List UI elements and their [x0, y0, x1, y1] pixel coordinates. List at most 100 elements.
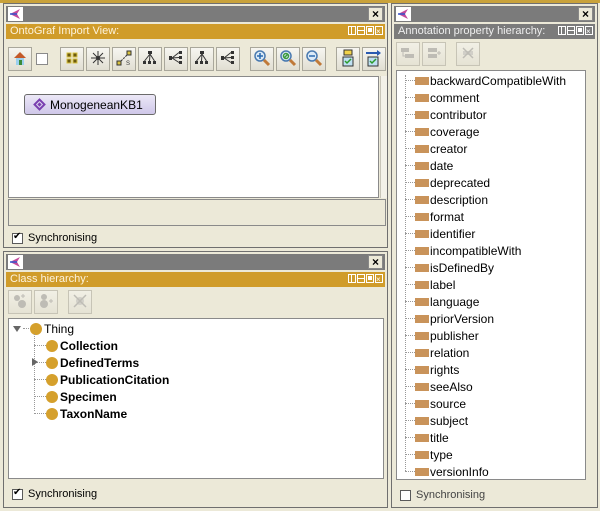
annotation-property-item[interactable]: backwardCompatibleWith [415, 72, 566, 89]
ontograf-sync-row[interactable]: Synchronising [12, 231, 97, 244]
annotation-property-icon [415, 331, 429, 340]
annotation-property-item[interactable]: type [415, 446, 453, 463]
annotation-property-item[interactable]: isDefinedBy [415, 259, 494, 276]
annotation-tree-area[interactable]: backwardCompatibleWith comment contributor… [396, 70, 586, 480]
home-button[interactable] [8, 47, 32, 71]
expand-arrow-icon[interactable] [32, 358, 38, 366]
annotation-property-item[interactable]: description [415, 191, 488, 208]
ontograf-canvas[interactable]: MonogeneanKB1 [8, 76, 379, 198]
class-close-button[interactable]: × [368, 255, 383, 269]
add-sub-property-button[interactable] [396, 42, 420, 66]
class-window-titlebar[interactable]: × [6, 254, 385, 270]
annotation-property-icon [415, 178, 429, 187]
close-view-icon[interactable] [375, 24, 383, 39]
delete-class-button[interactable] [68, 290, 92, 314]
ontograf-vertical-scrollbar[interactable] [380, 76, 387, 198]
tree-node-specimen[interactable]: Specimen [46, 388, 117, 405]
tree-node-publicationcitation[interactable]: PublicationCitation [46, 371, 169, 388]
annotation-property-item[interactable]: identifier [415, 225, 475, 242]
ontology-node[interactable]: MonogeneanKB1 [24, 94, 156, 115]
annotation-property-item[interactable]: subject [415, 412, 468, 429]
zoom-out-button[interactable] [302, 47, 326, 71]
add-sibling-property-button[interactable] [422, 42, 446, 66]
tree-connector [405, 75, 406, 471]
class-icon [30, 322, 42, 335]
class-tree-area[interactable]: Thing Collection DefinedTerms PublicationCi… [8, 318, 384, 479]
annotation-sync-row[interactable]: Synchronising [400, 489, 485, 501]
split-view-icon[interactable] [558, 26, 566, 35]
ontograf-sync-checkbox[interactable] [12, 231, 23, 244]
ontograf-close-button[interactable]: × [368, 7, 383, 21]
protege-workspace: × OntoGraf Import View: S [0, 0, 600, 511]
split-view-icon[interactable] [348, 274, 356, 283]
tree-connector [405, 199, 415, 200]
tree-connector [34, 413, 46, 414]
delete-property-button[interactable] [456, 42, 480, 66]
home-toggle-checkbox[interactable] [36, 53, 48, 65]
float-view-icon[interactable] [357, 274, 365, 283]
ontograf-window-titlebar[interactable]: × [6, 6, 385, 22]
annotation-property-item[interactable]: publisher [415, 327, 479, 344]
annotation-property-item[interactable]: format [415, 208, 464, 225]
tree-node-taxonname[interactable]: TaxonName [46, 405, 127, 422]
class-view-controls [348, 272, 383, 287]
zoom-in-button[interactable] [250, 47, 274, 71]
class-sync-checkbox[interactable] [12, 487, 23, 500]
tree-connector [405, 454, 415, 455]
annotation-property-item[interactable]: date [415, 157, 453, 174]
tree-node-thing[interactable]: Thing [13, 320, 74, 337]
spring-layout-button[interactable]: S [112, 47, 136, 71]
zoom-reset-button[interactable] [276, 47, 300, 71]
tree-vertical-button[interactable] [138, 47, 162, 71]
annotation-property-item[interactable]: coverage [415, 123, 479, 140]
annotation-property-label: type [430, 447, 453, 462]
tree-node-collection[interactable]: Collection [46, 337, 118, 354]
float-view-icon[interactable] [357, 26, 365, 35]
annotation-property-icon [415, 348, 429, 357]
class-view-header: Class hierarchy: [6, 272, 385, 287]
class-sync-row[interactable]: Synchronising [12, 487, 97, 500]
float-view-icon[interactable] [567, 26, 575, 35]
annotation-property-item[interactable]: title [415, 429, 449, 446]
annotation-property-item[interactable]: priorVersion [415, 310, 494, 327]
annotation-property-item[interactable]: relation [415, 344, 469, 361]
export-button[interactable] [362, 47, 386, 71]
annotation-property-item[interactable]: label [415, 276, 455, 293]
annotation-sync-checkbox[interactable] [400, 489, 411, 501]
annotation-property-item[interactable]: rights [415, 361, 459, 378]
tree-node-definedterms[interactable]: DefinedTerms [46, 354, 139, 371]
close-view-icon[interactable] [585, 24, 593, 39]
annotation-window-titlebar[interactable]: × [394, 6, 595, 22]
annotation-property-item[interactable]: seeAlso [415, 378, 473, 395]
annotation-property-icon [415, 76, 429, 85]
tree-horizontal-alt-button[interactable] [216, 47, 240, 71]
tree-connector [405, 114, 415, 115]
filter-node-button[interactable] [336, 47, 360, 71]
annotation-property-item[interactable]: comment [415, 89, 479, 106]
annotation-property-icon [415, 416, 429, 425]
annotation-property-item[interactable]: versionInfo [415, 463, 489, 480]
annotation-property-item[interactable]: creator [415, 140, 467, 157]
annotation-property-item[interactable]: language [415, 293, 479, 310]
tree-vertical-alt-button[interactable] [190, 47, 214, 71]
annotation-property-label: label [430, 277, 456, 292]
maximize-view-icon[interactable] [366, 26, 374, 35]
tree-connector [34, 379, 46, 380]
grid-layout-button[interactable] [60, 47, 84, 71]
maximize-view-icon[interactable] [366, 274, 374, 283]
annotation-property-item[interactable]: deprecated [415, 174, 490, 191]
split-view-icon[interactable] [348, 26, 356, 35]
annotation-close-button[interactable]: × [578, 7, 593, 21]
annotation-property-item[interactable]: source [415, 395, 466, 412]
zoom-reset-icon [279, 49, 297, 70]
add-sibling-button[interactable] [34, 290, 58, 314]
annotation-property-item[interactable]: contributor [415, 106, 487, 123]
annotation-property-item[interactable]: incompatibleWith [415, 242, 521, 259]
add-subclass-button[interactable] [8, 290, 32, 314]
tree-horizontal-button[interactable] [164, 47, 188, 71]
maximize-view-icon[interactable] [576, 26, 584, 35]
close-view-icon[interactable] [375, 272, 383, 287]
radial-layout-button[interactable] [86, 47, 110, 71]
expand-arrow-icon[interactable] [13, 325, 21, 332]
annotation-property-icon [415, 161, 429, 170]
